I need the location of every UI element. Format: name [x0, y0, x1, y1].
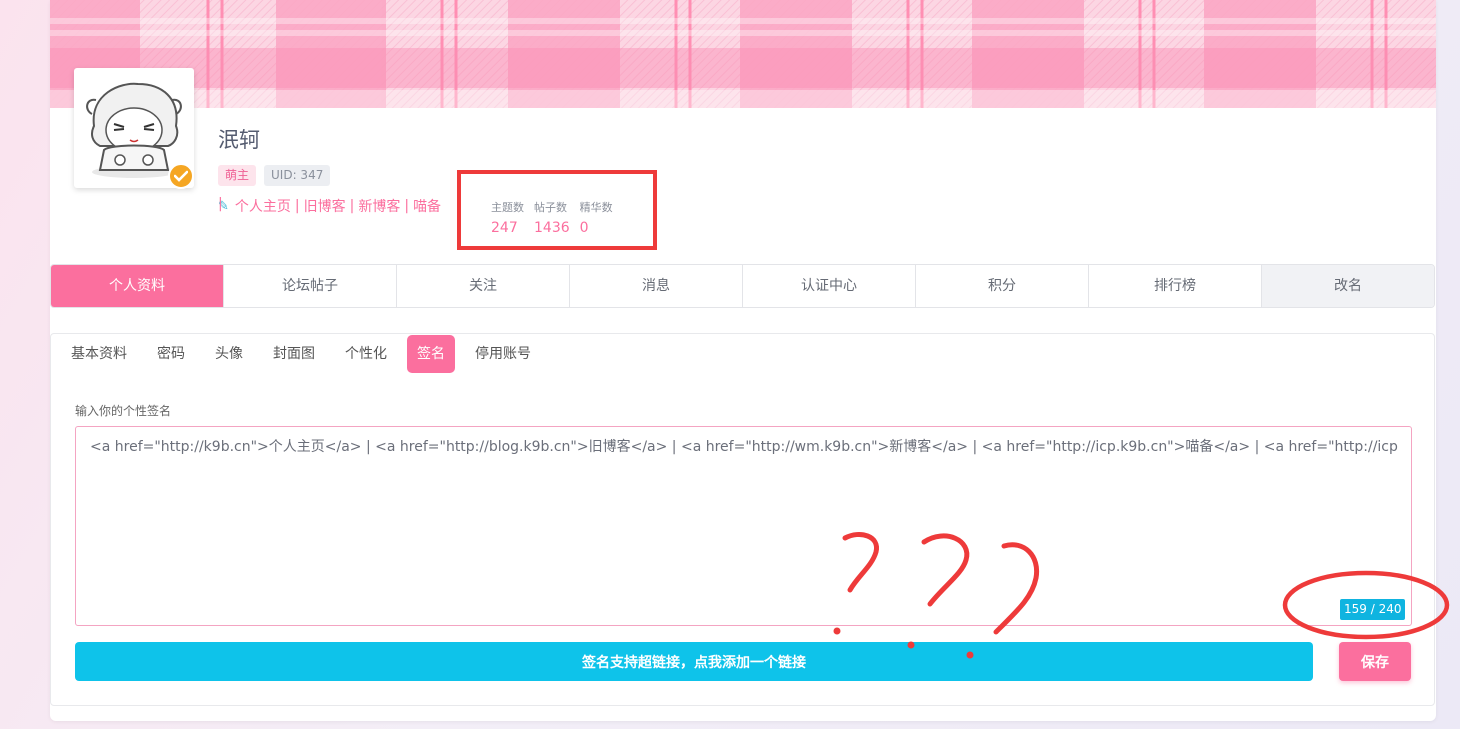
uid-badge: UID: 347 — [264, 165, 331, 186]
character-counter: 159 / 240 — [1340, 599, 1406, 620]
main-tabs: 个人资料 论坛帖子 关注 消息 认证中心 积分 排行榜 改名 — [50, 264, 1435, 308]
tab-messages[interactable]: 消息 — [570, 265, 743, 307]
stat-label: 主题数 — [491, 201, 524, 214]
subtab-personalize[interactable]: 个性化 — [335, 335, 397, 373]
link-separator-trailing: | — [218, 196, 223, 212]
tab-forum-posts[interactable]: 论坛帖子 — [224, 265, 397, 307]
profile-card: 泯轲 萌主 UID: 347 ✎ 个人主页 | 旧博客 | 新博客 | 喵备 |… — [50, 0, 1436, 721]
add-link-button[interactable]: 签名支持超链接，点我添加一个链接 — [75, 642, 1313, 681]
profile-banner — [50, 0, 1436, 108]
signature-input[interactable]: <a href="http://k9b.cn">个人主页</a> | <a hr… — [75, 426, 1412, 626]
settings-panel: 基本资料 密码 头像 封面图 个性化 签名 停用账号 输入你的个性签名 <a h… — [50, 333, 1435, 706]
verified-check-icon — [168, 163, 194, 189]
user-badges: 萌主 UID: 347 — [218, 165, 331, 186]
stat-featured[interactable]: 精华数 0 — [580, 199, 613, 236]
stat-value: 0 — [579, 220, 589, 236]
username: 泯轲 — [218, 128, 260, 152]
subtab-cover[interactable]: 封面图 — [263, 335, 325, 373]
stat-label: 帖子数 — [534, 201, 567, 214]
subtab-avatar[interactable]: 头像 — [205, 335, 253, 373]
tab-follow[interactable]: 关注 — [397, 265, 570, 307]
subtab-deactivate[interactable]: 停用账号 — [465, 335, 541, 373]
stat-value: 247 — [491, 220, 518, 236]
tab-points[interactable]: 积分 — [916, 265, 1089, 307]
stat-label: 精华数 — [579, 201, 613, 214]
user-stats: 主题数 247 帖子数 1436 精华数 0 — [491, 199, 613, 236]
subtab-signature[interactable]: 签名 — [407, 335, 455, 373]
role-badge: 萌主 — [218, 165, 257, 186]
tab-profile[interactable]: 个人资料 — [51, 265, 224, 307]
tab-rename[interactable]: 改名 — [1262, 265, 1434, 307]
stat-posts[interactable]: 帖子数 1436 — [534, 199, 570, 236]
subtab-basic-info[interactable]: 基本资料 — [61, 335, 137, 373]
stat-value: 1436 — [534, 220, 570, 236]
signature-label: 输入你的个性签名 — [75, 404, 172, 418]
tab-leaderboard[interactable]: 排行榜 — [1089, 265, 1262, 307]
tab-verification[interactable]: 认证中心 — [743, 265, 916, 307]
save-button[interactable]: 保存 — [1339, 642, 1411, 681]
subtab-password[interactable]: 密码 — [147, 335, 195, 373]
sub-tabs: 基本资料 密码 头像 封面图 个性化 签名 停用账号 — [61, 334, 551, 374]
stat-topics[interactable]: 主题数 247 — [491, 199, 524, 236]
